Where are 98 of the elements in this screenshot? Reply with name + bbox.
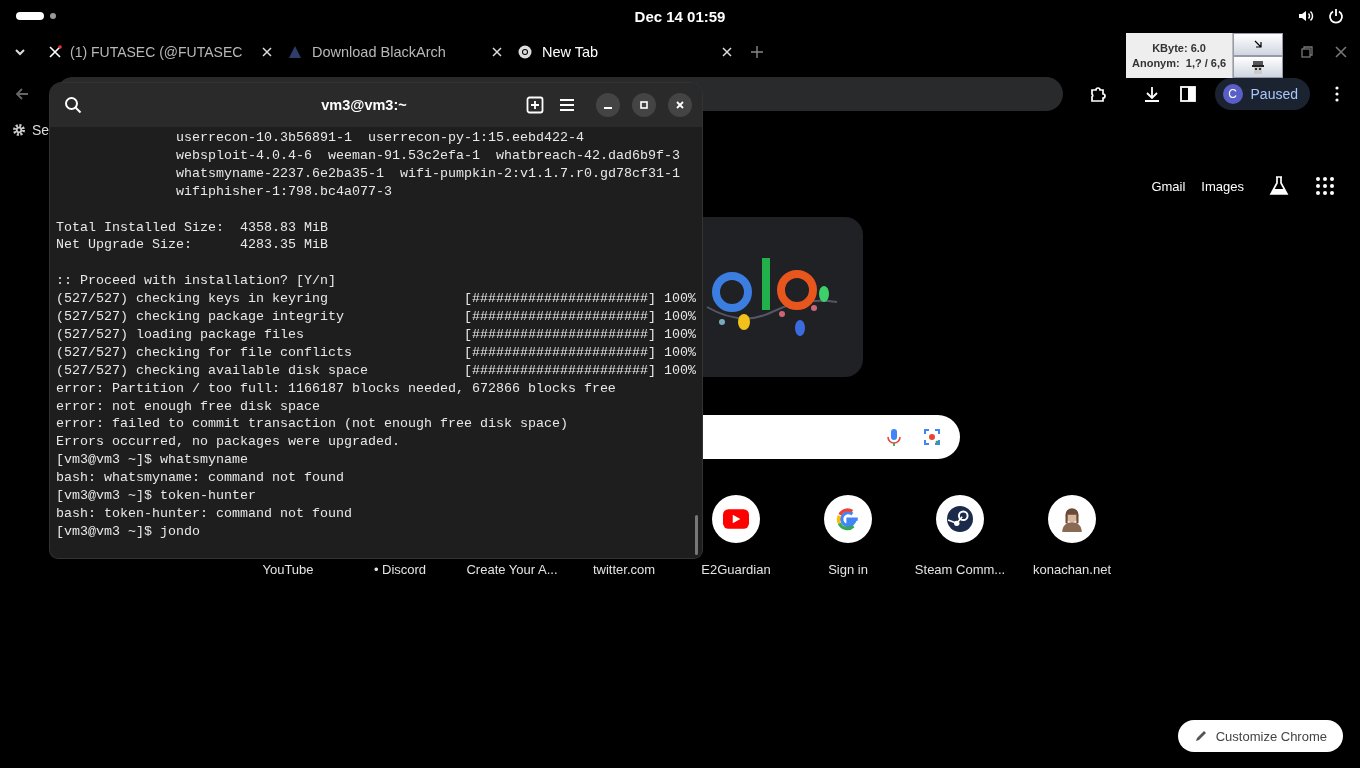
resize-button[interactable]	[1233, 33, 1284, 56]
status-text: Anonym: 1,? / 6,6	[1132, 57, 1227, 69]
minimize-icon	[604, 107, 612, 109]
terminal-line: error: Partition / too full: 1166187 blocks needed, 672866 blocks free	[56, 379, 617, 398]
window-title: vm3@vm3:~	[320, 97, 408, 113]
minimize-button[interactable]	[596, 93, 620, 117]
percent-text: 100%	[663, 308, 696, 326]
terminal-line: (527/527) checking for file conflicts	[56, 343, 353, 362]
workspace-dot	[50, 13, 56, 19]
flask-icon[interactable]	[1268, 175, 1290, 197]
terminal-line: wifiphisher-1:798.bc4a077-3	[175, 182, 393, 201]
terminal-line: Net Upgrade Size: 4283.35 MiB	[56, 236, 329, 255]
triangle-logo-icon	[288, 45, 302, 59]
percent-text: 100%	[663, 290, 696, 309]
terminal-line: error: failed to commit transaction (not enough free disk space)	[56, 415, 569, 434]
close-window-icon[interactable]	[1334, 45, 1348, 59]
search-field[interactable]	[702, 415, 960, 459]
x-logo-icon	[48, 45, 62, 59]
header-link[interactable]: Images	[1201, 178, 1244, 194]
profile-avatar: C	[1222, 84, 1243, 104]
close-icon[interactable]	[262, 47, 272, 57]
terminal-line: error: not enough free disk space	[56, 397, 321, 416]
anonymity-button[interactable]	[1233, 55, 1284, 78]
terminal-line: (527/527) checking package integrity	[56, 308, 345, 326]
activities-indicator[interactable]	[16, 12, 44, 20]
doodle-card[interactable]	[702, 217, 863, 377]
microphone-icon[interactable]	[884, 427, 904, 447]
google-g-icon	[835, 506, 861, 532]
close-icon[interactable]	[722, 47, 732, 57]
customize-button[interactable]: Customize Chrome	[1177, 720, 1343, 752]
speaker-icon[interactable]	[1298, 8, 1314, 24]
terminal-line: Total Installed Size: 4358.83 MiB	[56, 218, 329, 237]
shortcut-label[interactable]: YouTube	[262, 562, 314, 577]
terminal-line: userrecon-10.3b56891-1 userrecon-py-1:15.eebd422-4	[175, 129, 585, 147]
percent-text: 100%	[663, 326, 696, 344]
browser-tab[interactable]: New Tab	[510, 36, 740, 68]
terminal-line: [vm3@vm3 ~]$ whatsmyname	[56, 451, 249, 470]
terminal-line: :: Proceed with installation? [Y/n]	[56, 272, 337, 291]
avatar-icon	[1059, 506, 1085, 532]
power-icon[interactable]	[1328, 8, 1344, 24]
figure-icon	[1250, 58, 1267, 75]
progress-text: [######################]	[464, 308, 656, 326]
terminal-line: whatsmyname-2237.6e2ba35-1 wifi-pumpkin-2:v1.1.7.r0.gd78cf31-1	[175, 164, 681, 183]
menu-icon[interactable]	[558, 96, 576, 114]
bookmark-item[interactable]: Se	[12, 122, 50, 138]
shortcut-tile[interactable]	[824, 495, 872, 543]
shortcut-label[interactable]: E2Guardian	[701, 562, 771, 577]
terminal-line: (527/527) loading package files	[56, 326, 305, 344]
play-button-icon	[723, 506, 749, 532]
arrow-icon	[1253, 39, 1264, 50]
close-icon	[675, 100, 685, 110]
shortcut-tile[interactable]	[936, 495, 984, 543]
terminal-window[interactable]	[50, 83, 702, 558]
scrollbar[interactable]	[695, 515, 698, 555]
shortcut-label[interactable]: twitter.com	[592, 562, 656, 577]
terminal-line: (527/527) checking keys in keyring	[56, 290, 329, 309]
side-panel-icon[interactable]	[1178, 85, 1197, 103]
progress-text: [######################]	[464, 343, 656, 362]
profile-button[interactable]: C Paused	[1214, 78, 1310, 110]
search-icon[interactable]	[64, 96, 82, 114]
shortcut-label[interactable]: • Discord	[373, 562, 427, 577]
camera-lens-icon[interactable]	[922, 427, 942, 447]
close-icon[interactable]	[492, 47, 502, 57]
shortcut-tile[interactable]	[712, 495, 760, 543]
terminal-line: Errors occurred, no packages were upgraded.	[56, 433, 401, 452]
clock[interactable]: Dec 14 01:59	[634, 7, 726, 25]
browser-tab[interactable]: Download BlackArch	[280, 36, 510, 68]
steam-logo-icon	[947, 506, 973, 532]
header-link[interactable]: Gmail	[1151, 178, 1186, 194]
progress-text: [######################]	[464, 290, 656, 309]
status-text: KByte: 6.0	[1152, 42, 1206, 54]
shortcut-label[interactable]: konachan.net	[1032, 562, 1112, 577]
terminal-line: bash: token-hunter: command not found	[56, 504, 353, 523]
pencil-icon	[1193, 729, 1208, 743]
gear-icon	[12, 123, 26, 137]
shortcut-label[interactable]: Create Your A...	[466, 562, 558, 577]
browser-tab[interactable]: (1) FUTASEC (@FUTASEC	[40, 36, 280, 68]
terminal-line: websploit-4.0.4-6 weeman-91.53c2efa-1 whatbreach-42.dad6b9f-3	[175, 146, 681, 165]
shortcut-tile[interactable]	[1048, 495, 1096, 543]
maximize-icon	[639, 100, 649, 110]
terminal-line: (527/527) checking available disk space	[56, 361, 369, 380]
shortcut-label[interactable]: Steam Comm...	[914, 562, 1006, 577]
terminal-line: bash: whatsmyname: command not found	[56, 469, 345, 488]
close-button[interactable]	[668, 93, 692, 117]
percent-text: 100%	[663, 343, 696, 362]
back-arrow-icon[interactable]	[14, 86, 30, 102]
percent-text: 100%	[663, 361, 696, 380]
progress-text: [######################]	[464, 326, 656, 344]
download-icon[interactable]	[1142, 85, 1161, 103]
progress-text: [######################]	[464, 361, 656, 380]
terminal-line: [vm3@vm3 ~]$ jondo	[56, 522, 201, 541]
terminal-line: [vm3@vm3 ~]$ token-hunter	[56, 487, 257, 505]
shortcut-label[interactable]: Sign in	[828, 562, 868, 577]
maximize-button[interactable]	[632, 93, 656, 117]
apps-grid-icon[interactable]	[1314, 175, 1336, 197]
restore-window-icon[interactable]	[1300, 45, 1314, 59]
puzzle-icon[interactable]	[1088, 85, 1107, 103]
chrome-icon	[518, 45, 532, 59]
